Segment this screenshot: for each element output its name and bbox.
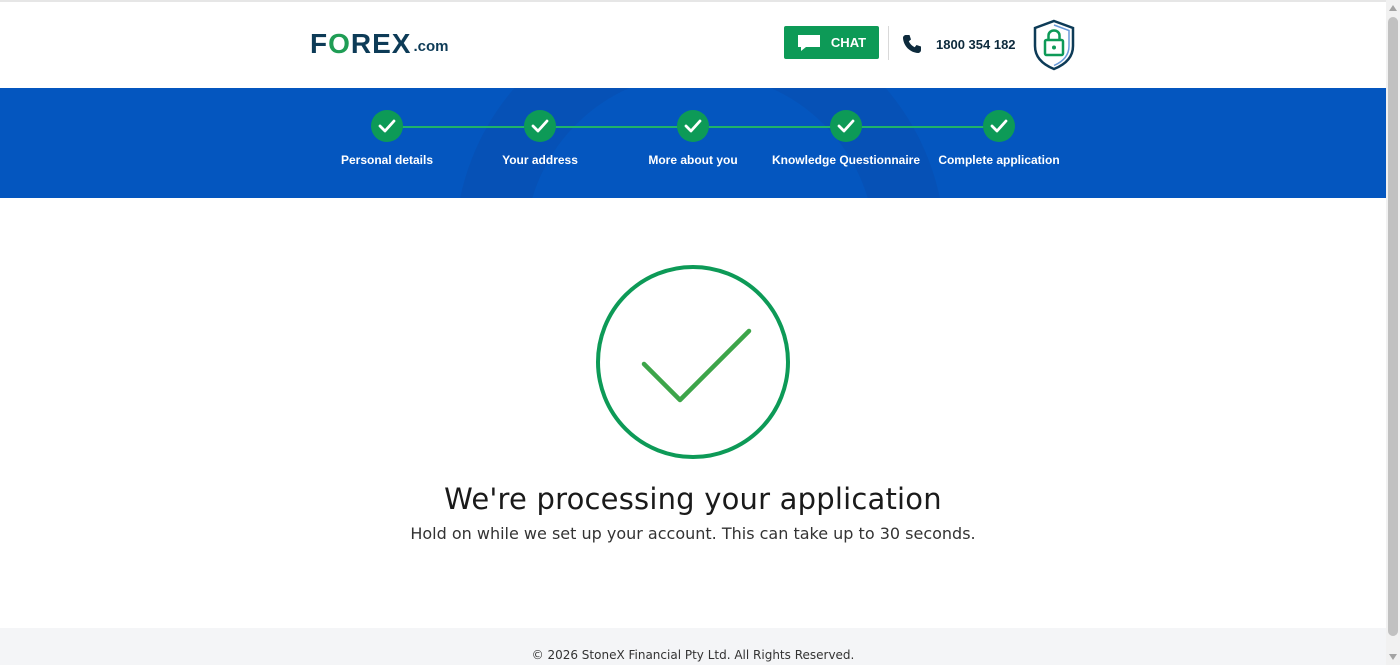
header-divider: [888, 26, 889, 60]
step-complete-circle: [677, 110, 709, 142]
check-icon: [378, 119, 396, 133]
check-icon: [531, 119, 549, 133]
forex-logo[interactable]: FOREX .com: [310, 28, 448, 58]
header: FOREX .com CHAT 1800 354 182: [0, 2, 1386, 88]
circle-check-icon: [596, 265, 790, 459]
logo-dotcom: .com: [413, 38, 449, 55]
step-label: Complete application: [938, 153, 1060, 167]
step-label: Personal details: [340, 153, 434, 167]
page-title: We're processing your application: [444, 482, 942, 516]
phone-contact[interactable]: 1800 354 182: [902, 34, 1016, 54]
scroll-up-arrow-icon[interactable]: [1389, 5, 1397, 11]
footer: © 2026 StoneX Financial Pty Ltd. All Rig…: [0, 628, 1386, 665]
phone-icon: [903, 35, 921, 53]
step-complete-circle: [371, 110, 403, 142]
vertical-scrollbar[interactable]: [1386, 0, 1400, 665]
scroll-thumb[interactable]: [1388, 17, 1398, 636]
check-icon: [990, 119, 1008, 133]
progress-step: Complete application: [909, 110, 1089, 167]
page-subtitle: Hold on while we set up your account. Th…: [410, 524, 976, 543]
step-label: Knowledge Questionnaire: [771, 153, 921, 167]
logo-o-mark: O: [328, 28, 351, 59]
browser-viewport: FOREX .com CHAT 1800 354 182 Personal de…: [0, 0, 1400, 665]
footer-copyright: © 2026 StoneX Financial Pty Ltd. All Rig…: [531, 648, 855, 662]
shield-lock-icon: [1033, 19, 1075, 71]
chat-button-label: CHAT: [830, 35, 867, 50]
step-complete-circle: [524, 110, 556, 142]
logo-wordmark: FOREX: [310, 28, 412, 59]
page: FOREX .com CHAT 1800 354 182 Personal de…: [0, 0, 1386, 665]
step-label: Your address: [502, 153, 578, 167]
check-icon: [837, 119, 855, 133]
check-icon: [684, 119, 702, 133]
phone-number: 1800 354 182: [936, 36, 1016, 52]
step-label: More about you: [648, 153, 738, 167]
step-complete-circle: [983, 110, 1015, 142]
step-complete-circle: [830, 110, 862, 142]
chat-bubble-icon: [797, 34, 820, 51]
scroll-down-arrow-icon[interactable]: [1389, 654, 1397, 660]
chat-button[interactable]: CHAT: [784, 26, 879, 59]
